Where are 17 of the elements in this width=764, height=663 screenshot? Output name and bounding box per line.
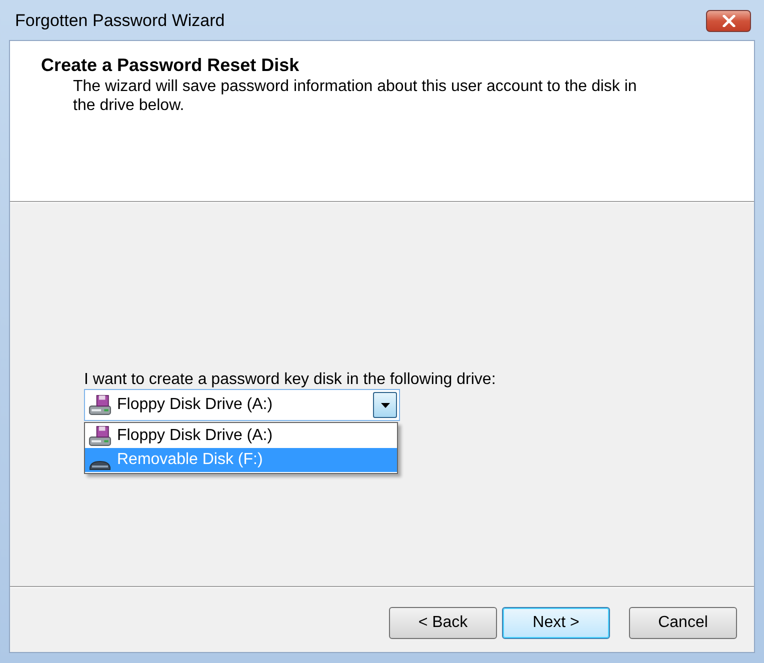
drive-option[interactable]: Floppy Disk Drive (A:) <box>85 424 397 448</box>
wizard-button[interactable]: < Back <box>389 606 497 638</box>
caret-icon <box>380 402 390 408</box>
removable-drive-icon <box>89 461 111 470</box>
close-icon <box>722 15 736 27</box>
combo-value: Floppy Disk Drive (A:) <box>117 395 274 415</box>
header-title: Create a Password Reset Disk <box>41 54 300 76</box>
drive-combo-box[interactable]: Floppy Disk Drive (A:) <box>84 389 400 421</box>
window-title: Forgotten Password Wizard <box>15 10 225 32</box>
close-button[interactable] <box>706 10 751 32</box>
drive-prompt-label: I want to create a password key disk in the following drive: <box>84 371 496 389</box>
dropdown-arrow-button[interactable] <box>373 392 397 418</box>
header-description: The wizard will save password information about this user account to the disk in the drive below. <box>72 77 638 115</box>
wizard-button[interactable]: Cancel <box>629 606 737 638</box>
floppy-drive-icon <box>89 426 111 446</box>
wizard-button[interactable]: Next > <box>502 606 610 638</box>
floppy-drive-icon <box>89 395 111 415</box>
